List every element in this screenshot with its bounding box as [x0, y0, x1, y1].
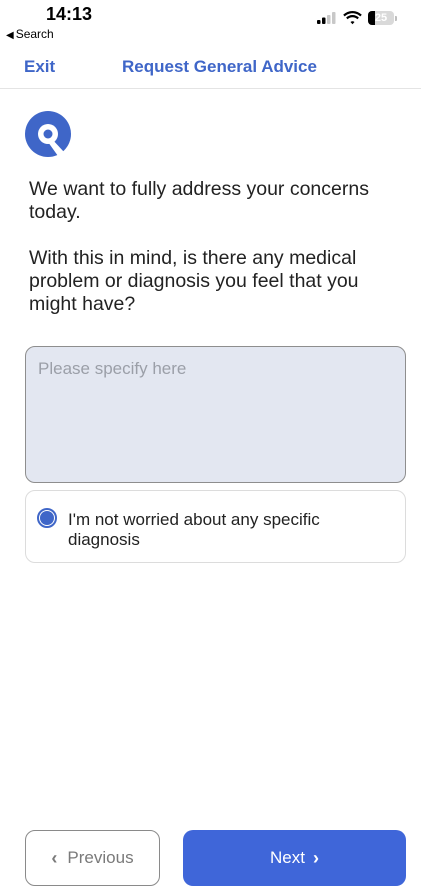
status-time: 14:13: [46, 4, 93, 24]
previous-label: Previous: [67, 848, 134, 867]
back-triangle-icon: ◀: [6, 30, 14, 41]
app-logo-icon: [25, 111, 71, 157]
previous-button[interactable]: ‹ Previous: [25, 830, 160, 886]
question-text: We want to fully address your concerns t…: [29, 178, 389, 339]
not-worried-option[interactable]: I'm not worried about any specific diagn…: [25, 490, 406, 563]
back-search-label: Search: [15, 27, 54, 41]
status-bar: 14:13 ◀ Search 25: [0, 0, 421, 44]
nav-bar: Exit Request General Advice: [0, 44, 421, 89]
battery-level-fill: [368, 11, 375, 25]
battery-nub: [395, 15, 397, 21]
radio-button[interactable]: [37, 508, 57, 528]
wifi-icon: [343, 11, 362, 25]
question-intro: We want to fully address your concerns t…: [29, 178, 369, 223]
back-to-search-link[interactable]: ◀ Search: [6, 27, 54, 41]
battery-icon: 25: [368, 11, 394, 25]
cellular-signal-icon: [317, 12, 336, 24]
next-button[interactable]: Next ›: [183, 830, 406, 886]
question-prompt: With this in mind, is there any medical …: [29, 247, 359, 315]
diagnosis-input[interactable]: [25, 346, 406, 483]
radio-selected-dot: [40, 511, 54, 525]
page-title: Request General Advice: [122, 57, 317, 76]
battery-percent: 25: [374, 12, 388, 24]
status-icons: 25: [317, 8, 397, 28]
exit-button[interactable]: Exit: [24, 57, 55, 77]
option-label: I'm not worried about any specific diagn…: [68, 510, 320, 549]
chevron-left-icon: ‹: [51, 848, 58, 868]
next-label: Next: [270, 848, 305, 867]
chevron-right-icon: ›: [312, 848, 319, 868]
